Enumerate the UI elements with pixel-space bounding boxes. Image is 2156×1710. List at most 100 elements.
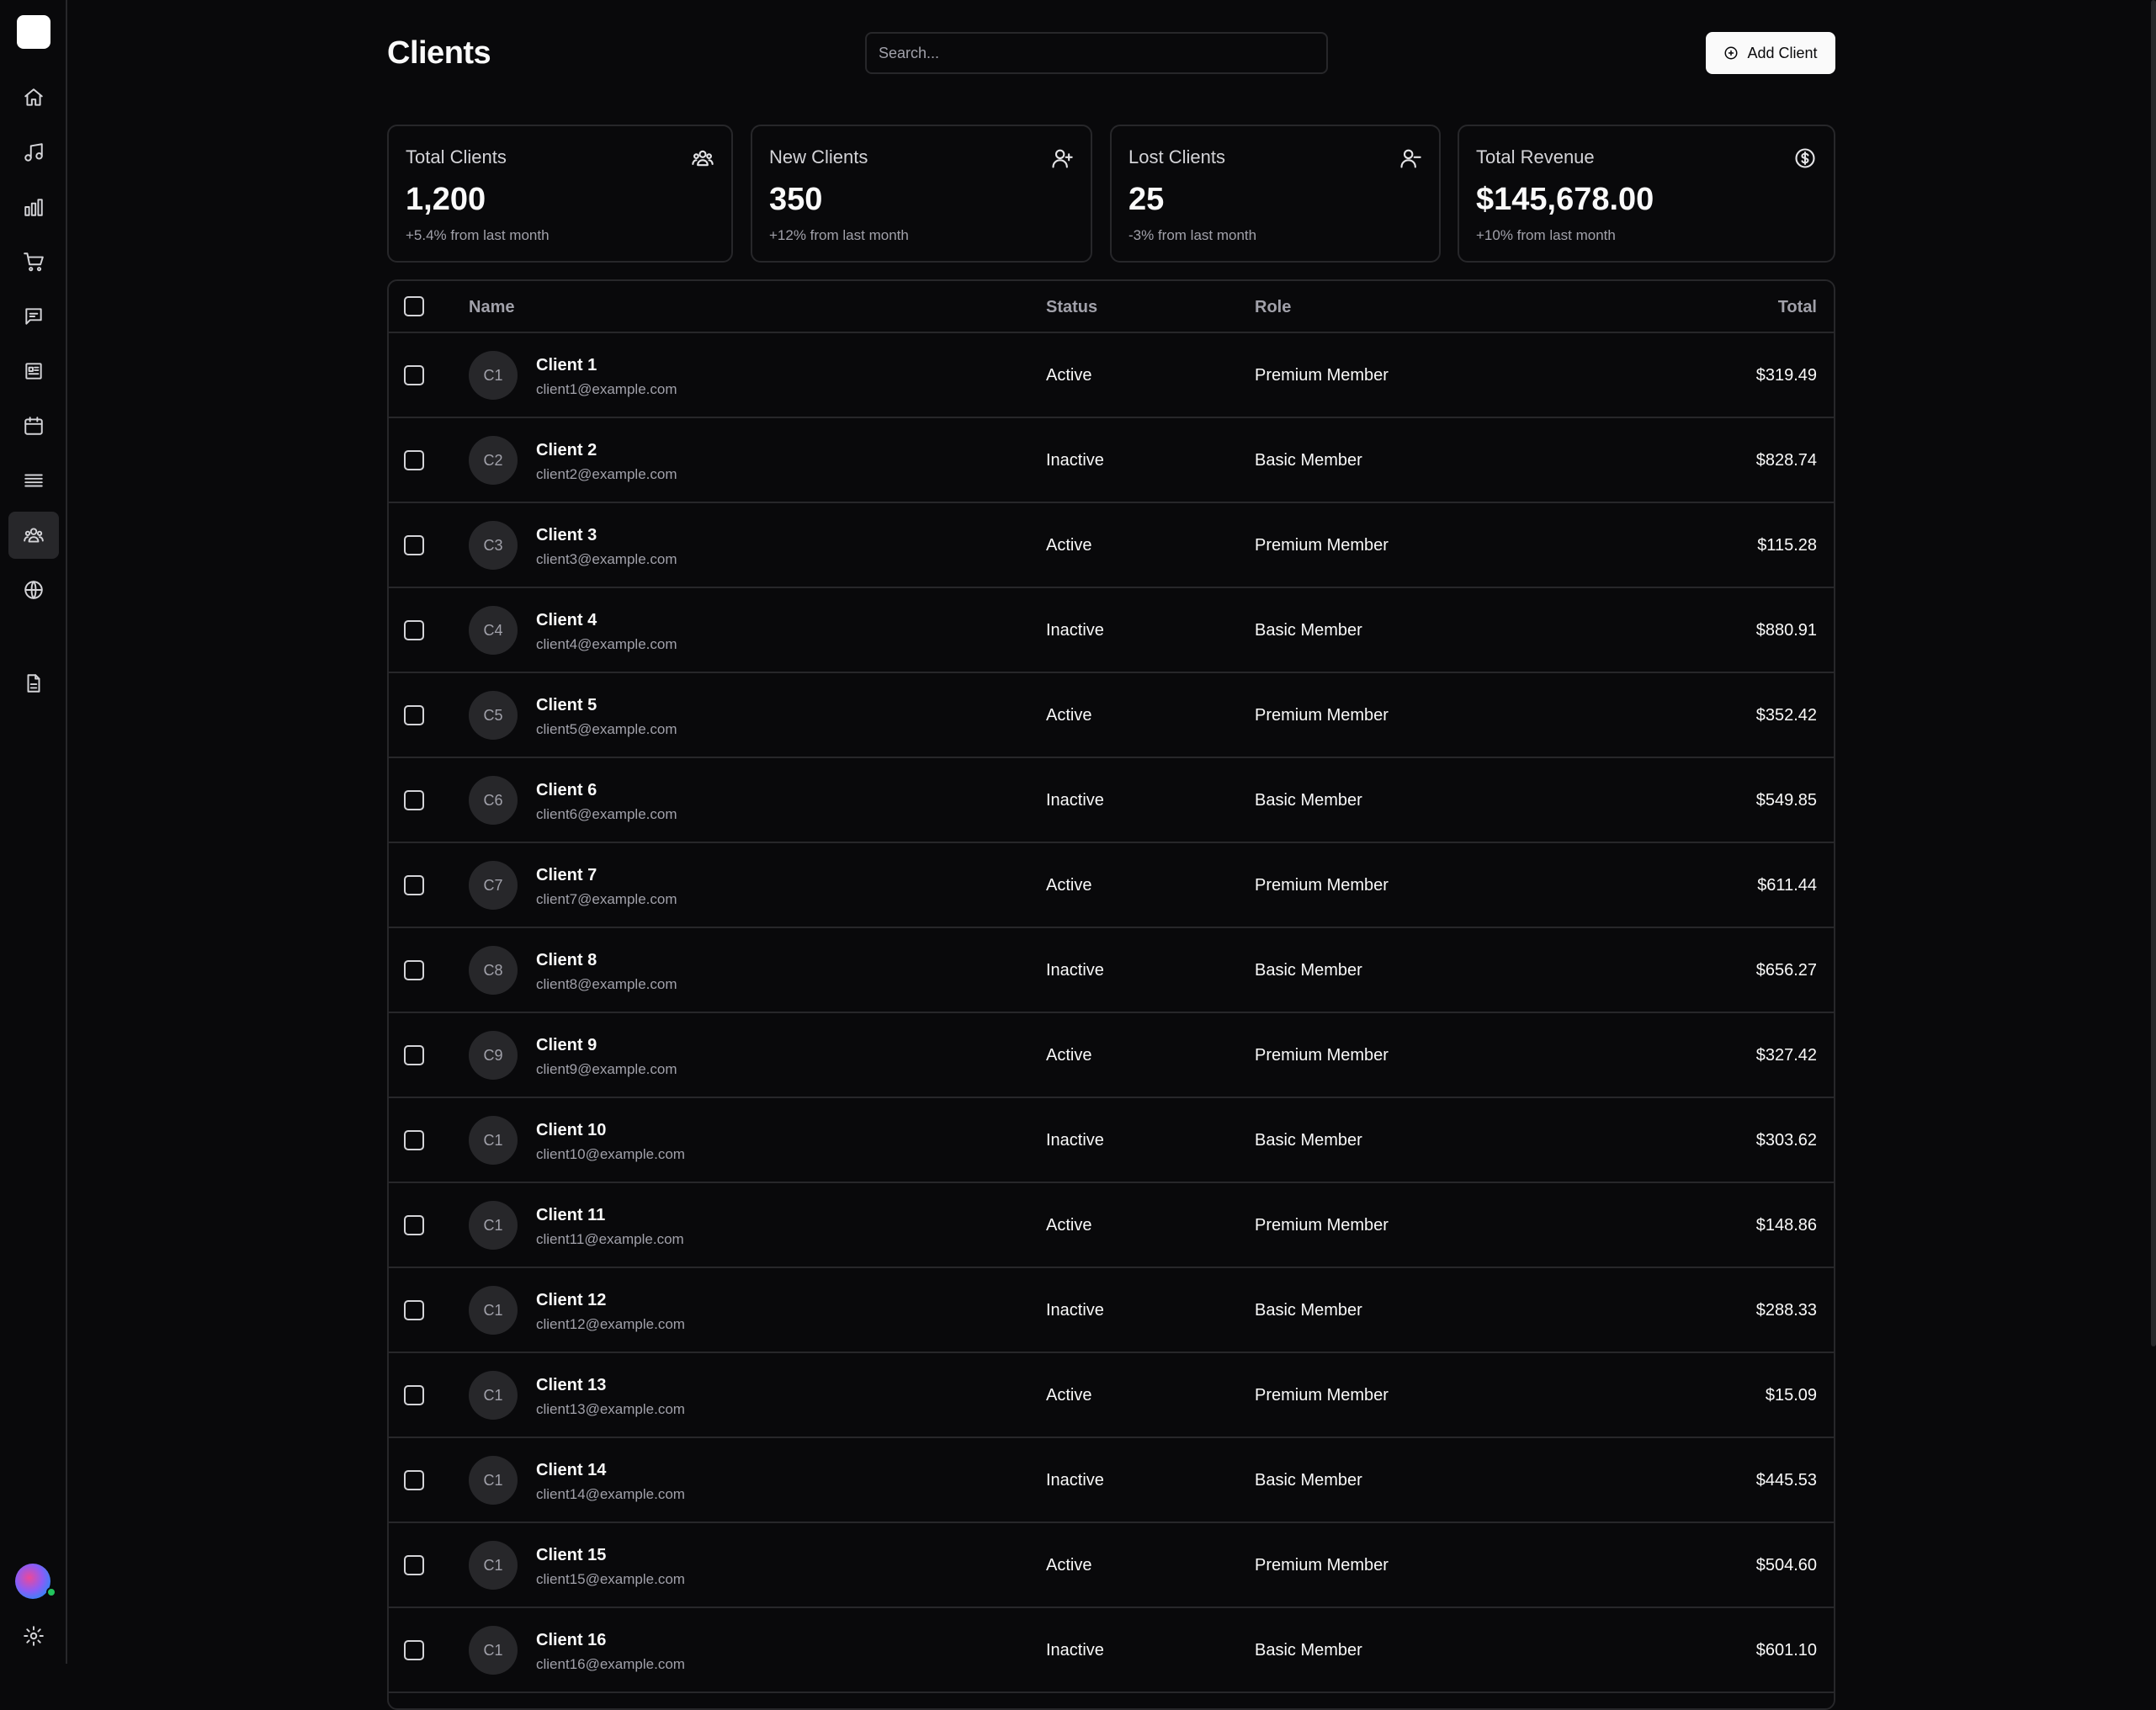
sidebar-item-list[interactable] xyxy=(8,457,59,504)
table-row[interactable]: C1 Client 12 client12@example.com Inactive B… xyxy=(389,1268,1834,1353)
sidebar-item-shop[interactable] xyxy=(8,238,59,285)
stat-change: +5.4% from last month xyxy=(406,227,550,243)
client-name[interactable]: Client 5 xyxy=(536,696,597,715)
client-name[interactable]: Client 16 xyxy=(536,1631,606,1650)
client-email: client9@example.com xyxy=(536,1061,677,1077)
client-total: $15.09 xyxy=(1765,1386,1817,1405)
app-logo[interactable] xyxy=(17,15,50,49)
client-name[interactable]: Client 1 xyxy=(536,356,597,375)
client-name[interactable]: Client 12 xyxy=(536,1291,606,1310)
row-checkbox[interactable] xyxy=(404,705,424,725)
client-name[interactable]: Client 8 xyxy=(536,951,597,970)
row-checkbox[interactable] xyxy=(404,535,424,555)
client-email: client15@example.com xyxy=(536,1571,685,1587)
column-header-role[interactable]: Role xyxy=(1255,298,1291,317)
row-checkbox[interactable] xyxy=(404,1555,424,1575)
table-row[interactable]: C4 Client 4 client4@example.com Inactive Bas… xyxy=(389,588,1834,673)
row-checkbox[interactable] xyxy=(404,1045,424,1065)
client-role: Premium Member xyxy=(1255,1046,1389,1065)
stat-title: Total Revenue xyxy=(1476,146,1595,167)
client-name[interactable]: Client 14 xyxy=(536,1461,606,1480)
users-icon xyxy=(691,146,714,174)
users-icon xyxy=(24,528,44,543)
table-row[interactable]: C1 Client 10 client10@example.com Inactive B… xyxy=(389,1098,1834,1183)
client-name[interactable]: Client 4 xyxy=(536,611,597,630)
column-header-total[interactable]: Total xyxy=(1778,298,1817,317)
row-checkbox[interactable] xyxy=(404,1385,424,1405)
client-name[interactable]: Client 10 xyxy=(536,1121,606,1140)
sidebar-item-clients[interactable] xyxy=(8,512,59,559)
client-status: Inactive xyxy=(1046,961,1104,980)
row-checkbox[interactable] xyxy=(404,1640,424,1660)
row-checkbox[interactable] xyxy=(404,450,424,470)
client-avatar: C4 xyxy=(469,606,518,655)
row-checkbox[interactable] xyxy=(404,1470,424,1490)
client-avatar: C9 xyxy=(469,1031,518,1080)
sidebar-item-settings[interactable] xyxy=(8,1612,59,1660)
table-row[interactable]: C1 Client 15 client15@example.com Active Pre… xyxy=(389,1523,1834,1608)
row-checkbox[interactable] xyxy=(404,365,424,385)
sidebar-item-globe[interactable] xyxy=(8,566,59,613)
row-checkbox[interactable] xyxy=(404,1215,424,1235)
client-name[interactable]: Client 9 xyxy=(536,1036,597,1055)
table-row[interactable]: C8 Client 8 client8@example.com Inactive Bas… xyxy=(389,928,1834,1013)
client-role: Basic Member xyxy=(1255,451,1362,470)
table-row[interactable]: C1 Client 14 client14@example.com Inactive B… xyxy=(389,1438,1834,1523)
client-role: Basic Member xyxy=(1255,791,1362,810)
client-total: $319.49 xyxy=(1755,366,1817,385)
stat-change: -3% from last month xyxy=(1128,227,1257,243)
row-checkbox[interactable] xyxy=(404,1300,424,1320)
row-checkbox[interactable] xyxy=(404,1130,424,1150)
sidebar-item-messages[interactable] xyxy=(8,293,59,340)
client-avatar: C1 xyxy=(469,351,518,400)
row-checkbox[interactable] xyxy=(404,960,424,980)
client-name[interactable]: Client 11 xyxy=(536,1206,605,1225)
file-icon xyxy=(27,674,40,693)
sidebar-item-home[interactable] xyxy=(8,74,59,121)
select-all-checkbox[interactable] xyxy=(404,296,424,316)
add-client-button[interactable]: Add Client xyxy=(1706,32,1835,74)
client-role: Basic Member xyxy=(1255,1641,1362,1660)
client-total: $601.10 xyxy=(1755,1641,1817,1660)
sidebar-item-analytics[interactable] xyxy=(8,183,59,231)
client-name[interactable]: Client 7 xyxy=(536,866,597,885)
row-checkbox[interactable] xyxy=(404,875,424,895)
client-status: Inactive xyxy=(1046,1471,1104,1490)
client-status: Active xyxy=(1046,706,1092,725)
client-email: client16@example.com xyxy=(536,1656,685,1672)
table-row[interactable]: C2 Client 2 client2@example.com Inactive Bas… xyxy=(389,418,1834,503)
table-row[interactable]: C1 Client 13 client13@example.com Active Pre… xyxy=(389,1353,1834,1438)
column-header-name[interactable]: Name xyxy=(469,298,514,317)
client-avatar: C1 xyxy=(469,1286,518,1335)
client-name[interactable]: Client 15 xyxy=(536,1546,606,1565)
search-input[interactable] xyxy=(865,32,1328,74)
sidebar-item-news[interactable] xyxy=(8,348,59,395)
sidebar xyxy=(0,0,67,1664)
column-header-status[interactable]: Status xyxy=(1046,298,1097,317)
table-row[interactable]: C1 Client 16 client16@example.com Inactive B… xyxy=(389,1608,1834,1693)
user-minus-icon xyxy=(1399,146,1422,174)
client-name[interactable]: Client 2 xyxy=(536,441,597,460)
client-avatar: C3 xyxy=(469,521,518,570)
shopping-cart-icon xyxy=(24,252,44,272)
table-row[interactable]: C3 Client 3 client3@example.com Active Premi… xyxy=(389,503,1834,588)
sidebar-item-documents[interactable] xyxy=(8,660,59,707)
client-email: client1@example.com xyxy=(536,381,677,397)
client-name[interactable]: Client 3 xyxy=(536,526,597,545)
table-row[interactable]: C5 Client 5 client5@example.com Active Premi… xyxy=(389,673,1834,758)
page-scrollbar-thumb[interactable] xyxy=(2151,0,2156,1346)
user-avatar[interactable] xyxy=(15,1564,50,1599)
row-checkbox[interactable] xyxy=(404,790,424,810)
row-checkbox[interactable] xyxy=(404,620,424,640)
home-icon xyxy=(24,88,43,106)
client-avatar: C2 xyxy=(469,436,518,485)
client-name[interactable]: Client 6 xyxy=(536,781,597,800)
table-row[interactable]: C1 Client 11 client11@example.com Active Pre… xyxy=(389,1183,1834,1268)
sidebar-item-calendar[interactable] xyxy=(8,402,59,449)
table-row[interactable]: C1 Client 1 client1@example.com Active Premi… xyxy=(389,333,1834,418)
sidebar-item-music[interactable] xyxy=(8,129,59,176)
table-row[interactable]: C7 Client 7 client7@example.com Active Premi… xyxy=(389,843,1834,928)
table-row[interactable]: C9 Client 9 client9@example.com Active Premi… xyxy=(389,1013,1834,1098)
client-name[interactable]: Client 13 xyxy=(536,1376,606,1395)
table-row[interactable]: C6 Client 6 client6@example.com Inactive Bas… xyxy=(389,758,1834,843)
